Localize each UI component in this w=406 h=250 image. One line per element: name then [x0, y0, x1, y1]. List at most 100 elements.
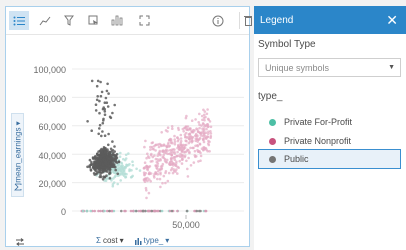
data-point	[207, 130, 210, 133]
legend-item-private-nonprofit[interactable]: Private Nonprofit	[258, 131, 401, 151]
data-point	[180, 162, 184, 165]
data-point	[168, 149, 172, 152]
y-axis-field-button[interactable]: mean_earnings ▾	[11, 113, 24, 197]
data-point	[206, 108, 209, 111]
data-point	[176, 165, 179, 169]
data-point	[144, 139, 147, 143]
symbol-type-select[interactable]: Unique symbols ▼	[258, 58, 401, 77]
info-button[interactable]	[208, 11, 228, 30]
x-tick-50000: 50,000	[172, 220, 200, 230]
data-point	[145, 156, 148, 160]
data-point	[103, 166, 106, 169]
data-point	[131, 163, 135, 167]
data-point	[202, 146, 206, 149]
data-point	[196, 144, 200, 148]
data-point	[173, 142, 177, 146]
data-point	[99, 80, 102, 84]
data-point	[160, 131, 163, 134]
visualization-type-button[interactable]	[107, 11, 127, 30]
data-point	[143, 180, 147, 183]
filter-icon	[64, 15, 74, 26]
legend-item-label: Private For-Profit	[284, 117, 353, 127]
data-point	[166, 152, 169, 156]
data-point	[128, 163, 131, 166]
delete-button[interactable]	[244, 11, 252, 30]
string-field-icon	[134, 237, 142, 245]
data-point	[161, 162, 165, 166]
swap-axes-icon[interactable]	[15, 238, 25, 246]
data-point	[164, 181, 167, 185]
data-point	[100, 90, 104, 94]
data-point	[119, 165, 123, 169]
chart-toolbar	[6, 7, 252, 35]
data-point	[185, 114, 188, 118]
data-point	[209, 125, 213, 129]
data-point	[154, 149, 157, 152]
filter-button[interactable]	[59, 11, 79, 30]
data-point	[204, 131, 208, 134]
data-point	[156, 162, 160, 165]
data-point	[199, 131, 203, 135]
data-point	[111, 165, 114, 168]
data-point	[130, 175, 134, 179]
data-point	[96, 157, 99, 160]
data-point	[193, 149, 197, 153]
data-point	[202, 140, 206, 144]
data-point	[110, 209, 114, 213]
sum-icon: Σ	[96, 236, 101, 245]
data-point	[194, 132, 198, 136]
data-point	[153, 154, 156, 157]
data-point	[105, 89, 109, 93]
scatter-plot[interactable]: 100,000 80,000 60,000 40,000 20,000 0 50…	[6, 35, 249, 235]
data-point	[159, 185, 162, 189]
y-tick-40000: 40,000	[38, 151, 66, 161]
bar-chart-icon	[111, 15, 123, 26]
data-point	[97, 132, 100, 136]
y-tick-labels: 100,000 80,000 60,000 40,000 20,000 0	[33, 65, 66, 217]
data-point	[105, 101, 109, 104]
maximize-button[interactable]	[134, 11, 154, 30]
data-point	[108, 172, 112, 175]
data-point	[143, 173, 146, 176]
data-point	[157, 145, 161, 149]
legend-item-label: Private Nonprofit	[284, 136, 352, 146]
y-axis-field-name: mean_earnings	[13, 127, 23, 183]
data-point	[150, 209, 154, 213]
trend-line-button[interactable]	[35, 11, 55, 30]
data-point	[112, 177, 115, 180]
data-point	[184, 131, 188, 135]
data-point	[179, 141, 182, 145]
data-point	[145, 167, 149, 170]
data-point	[90, 160, 93, 164]
data-point	[183, 126, 186, 130]
data-point	[205, 112, 209, 116]
data-point	[207, 143, 211, 147]
legend-toggle-button[interactable]	[9, 11, 29, 30]
legend-item-public[interactable]: Public	[258, 149, 401, 169]
data-point	[170, 209, 174, 213]
data-point	[190, 139, 194, 142]
y-tick-60000: 60,000	[38, 122, 66, 132]
data-point	[189, 164, 193, 167]
close-icon[interactable]: ✕	[386, 13, 398, 27]
x-axis-type-button[interactable]: type_ ▾	[134, 236, 169, 245]
data-point	[101, 130, 104, 133]
data-point	[181, 158, 184, 161]
data-point	[202, 131, 205, 135]
y-tick-20000: 20,000	[38, 179, 66, 189]
data-point	[96, 160, 100, 164]
x-axis-cost-button[interactable]: Σ cost ▾	[96, 236, 124, 245]
select-button[interactable]	[83, 11, 103, 30]
data-point	[138, 169, 142, 172]
data-point	[98, 111, 101, 115]
data-point	[149, 148, 152, 151]
data-point	[160, 167, 163, 171]
data-point	[108, 177, 112, 180]
data-point	[143, 145, 146, 149]
data-point	[164, 148, 168, 152]
data-point	[81, 209, 85, 213]
data-point	[103, 209, 106, 213]
data-point	[107, 158, 111, 161]
data-point	[203, 136, 206, 139]
legend-item-private-for-profit[interactable]: Private For-Profit	[258, 112, 401, 132]
